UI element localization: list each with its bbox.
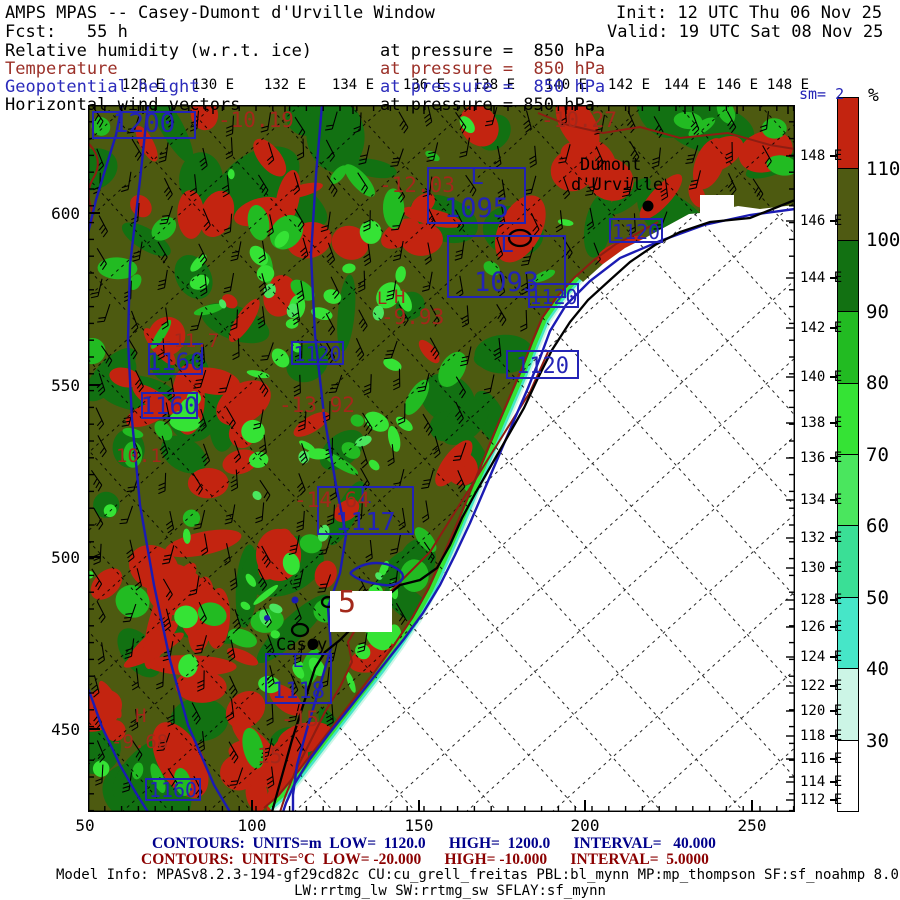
top-longitude-142 E: 142 E [607,77,651,93]
temperature-label-8: 10.1 [116,445,162,467]
y-axis-tick-450: 450 [51,720,80,739]
colorbar-tick-30: 30 [866,729,889,752]
right-longitude-tick [830,626,837,628]
right-longitude-tick [830,155,837,157]
colorbar-tick-90: 90 [866,300,889,323]
model-info-line1: Model Info: MPASv8.2.3-194-gf29cd82c CU:… [56,867,899,883]
colorbar-segment-1 [838,168,858,240]
height-contour-label-1120: 1120 [609,218,663,243]
colorbar-tick-50: 50 [866,586,889,609]
station-label-1: d'Urville [571,175,664,195]
y-axis-tick-600: 600 [51,204,80,223]
low-center-marker: L [292,651,304,672]
field-name-3: Horizontal wind vectors [5,95,241,115]
y-axis-tick-500: 500 [51,548,80,567]
temperature-label-10: 5 [338,585,357,620]
x-axis-tick-50: 50 [75,816,95,835]
temperature-label-9: -14.64 [294,488,370,512]
temperature-label-12: -9.68 [111,731,169,753]
right-longitude-tick [830,220,837,222]
right-longitude-tick [830,499,837,501]
temperature-label-2: -12.03 [379,173,455,197]
temperature-label-6: -13.92 [279,393,355,417]
right-longitude-tick [830,277,837,279]
colorbar-tick-60: 60 [866,515,889,537]
x-axis-tick-200: 200 [570,816,600,835]
x-axis-tick-150: 150 [404,816,434,835]
right-longitude-tick [830,327,837,329]
right-longitude-tick [830,781,837,783]
forecast-hour: Fcst: 55 h [5,22,128,42]
colorbar-tick-40: 40 [866,658,889,680]
temperature-label-7: -11.7 [162,330,220,352]
station-label-2: Casey [276,635,328,655]
temperature-label-13: -15 [281,707,319,731]
page-title: AMPS MPAS -- Casey-Dumont d'Urville Wind… [5,3,435,23]
right-longitude-tick [830,537,837,539]
right-longitude-tick [830,457,837,459]
colorbar-tick-80: 80 [866,372,889,394]
amps-mpas-plot: { "header": { "title": "AMPS MPAS -- Cas… [0,0,900,900]
low-center-marker: L [500,233,514,258]
colorbar-tick-110: 110 [866,157,900,180]
right-longitude-tick [830,735,837,737]
field-level-3: at pressure = 850 hPa [380,95,595,115]
right-longitude-tick [830,599,837,601]
colorbar-tick-70: 70 [866,443,889,466]
model-info-line2: LW:rrtmg_lw SW:rrtmg_sw SFLAY:sf_mynn [294,883,606,899]
smoothing-label: sm= 2 [799,85,845,103]
top-longitude-146 E: 146 E [715,77,759,93]
right-longitude-tick [830,567,837,569]
low-center-marker: L [470,165,484,190]
top-longitude-134 E: 134 E [331,77,375,93]
right-longitude-tick [830,710,837,712]
colorbar-unit: % [868,85,879,106]
height-contour-label-1120: 1120 [506,350,579,379]
height-contour-label-1160: 1160 [140,391,199,420]
x-axis-tick-250: 250 [737,816,767,835]
height-contour-label-1120: 1120 [291,341,344,365]
right-longitude-tick [830,376,837,378]
temperature-label-14: 15 [257,744,283,768]
temperature-label-5: -9.93 [381,305,445,329]
station-label-0: Dumont [580,155,642,175]
valid-time: Valid: 19 UTC Sat 08 Nov 25 [607,22,884,42]
init-time: Init: 12 UTC Thu 06 Nov 25 [616,3,883,23]
map-label-layer: 1200 1095 L 1093 L 1120 1120 1120 1120 1160 1160 11… [88,105,795,812]
right-longitude-tick [830,799,837,801]
right-longitude-tick [830,656,837,658]
height-contour-label-1160: 1160 [145,778,201,801]
top-longitude-144 E: 144 E [663,77,707,93]
temperature-label-11: H [135,705,147,727]
top-longitude-132 E: 132 E [263,77,307,93]
right-longitude-tick [830,422,837,424]
x-axis-tick-100: 100 [237,816,267,835]
colorbar-tick-100: 100 [866,229,900,251]
right-longitude-tick [830,685,837,687]
y-axis-tick-550: 550 [51,376,80,395]
height-contour-label-1120: 1120 [528,283,579,309]
right-longitude-tick [830,758,837,760]
height-contour-label-1200: 1200 [92,111,196,139]
